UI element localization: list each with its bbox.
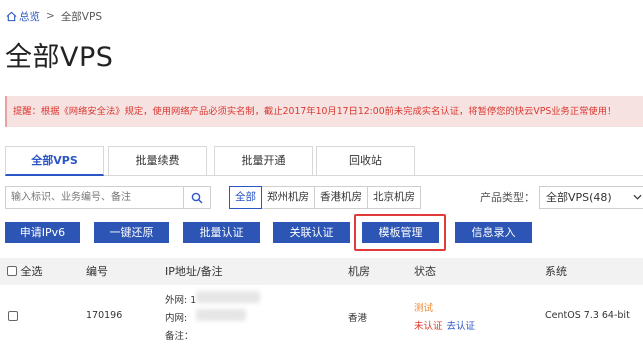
breadcrumb-separator: > <box>46 10 55 22</box>
table-header: 全选 编号 IP地址/备注 机房 状态 系统 <box>0 258 643 285</box>
tab-all-vps[interactable]: 全部VPS <box>5 146 104 176</box>
row-system: CentOS 7.3 64-bit <box>545 310 630 321</box>
row-ip-outer: 外网: 1 <box>165 295 197 306</box>
product-type-select[interactable]: 全部VPS(48) <box>539 186 643 209</box>
breadcrumb-current: 全部VPS <box>60 10 102 23</box>
row-status-verify: 未认证 去认证 <box>414 318 475 332</box>
column-header-number: 编号 <box>86 265 108 278</box>
chevron-down-icon <box>633 194 642 200</box>
apply-ipv6-button[interactable]: 申请IPv6 <box>5 222 80 243</box>
realname-alert-banner: 提醒：根据《网络安全法》规定，使用网络产品必须实名制，截止2017年10月17日… <box>5 96 643 127</box>
link-verify-button[interactable]: 关联认证 <box>273 222 350 243</box>
tab-batch-open[interactable]: 批量开通 <box>214 146 313 176</box>
row-status-test: 测试 <box>414 303 434 314</box>
row-room: 香港 <box>348 313 368 324</box>
breadcrumb-home-link[interactable]: 总览 <box>19 9 40 24</box>
select-all-label: 全选 <box>20 265 43 278</box>
tab-recycle-bin[interactable]: 回收站 <box>316 146 415 176</box>
redacted-ip-inner <box>196 309 246 321</box>
go-verify-link[interactable]: 去认证 <box>447 321 476 332</box>
product-type-label: 产品类型： <box>480 191 535 204</box>
column-header-ip-note: IP地址/备注 <box>165 265 223 278</box>
filter-all[interactable]: 全部 <box>229 186 262 209</box>
filter-toolbar: 全部 郑州机房 香港机房 北京机房 产品类型： 全部VPS(48) <box>5 186 643 210</box>
info-entry-button[interactable]: 信息录入 <box>455 222 532 243</box>
search-button[interactable] <box>183 186 211 209</box>
filter-beijing[interactable]: 北京机房 <box>367 186 421 209</box>
select-all-checkbox[interactable] <box>7 266 17 276</box>
filter-zhengzhou[interactable]: 郑州机房 <box>261 186 315 209</box>
row-ip-inner: 内网: <box>165 313 188 324</box>
filter-hongkong[interactable]: 香港机房 <box>314 186 368 209</box>
column-header-room: 机房 <box>348 265 370 278</box>
tab-batch-renew[interactable]: 批量续费 <box>108 146 207 176</box>
product-type-value: 全部VPS(48) <box>546 191 612 204</box>
home-icon <box>6 11 17 21</box>
search-icon <box>191 192 203 203</box>
row-checkbox[interactable] <box>8 311 18 321</box>
one-click-restore-button[interactable]: 一键还原 <box>94 222 169 243</box>
table-row: 170196 外网: 1 内网: 备注： 香港 测试 未认证 去认证 CentOS… <box>0 287 643 345</box>
template-manage-highlight <box>354 214 446 251</box>
row-note: 备注： <box>165 331 194 342</box>
page-title: 全部VPS <box>5 42 114 73</box>
redacted-ip-outer <box>196 291 260 303</box>
search-input[interactable] <box>5 186 183 209</box>
room-filter-group: 全部 郑州机房 香港机房 北京机房 <box>229 186 421 209</box>
column-header-status: 状态 <box>414 265 436 278</box>
tab-bar: 全部VPS 批量续费 批量开通 回收站 <box>5 146 643 176</box>
row-status-unverified: 未认证 <box>414 321 443 332</box>
breadcrumb: 总览 > 全部VPS <box>6 9 102 23</box>
column-header-system: 系统 <box>545 265 567 278</box>
batch-verify-button[interactable]: 批量认证 <box>183 222 260 243</box>
row-number: 170196 <box>86 310 123 321</box>
select-all-cell: 全选 <box>7 258 43 285</box>
